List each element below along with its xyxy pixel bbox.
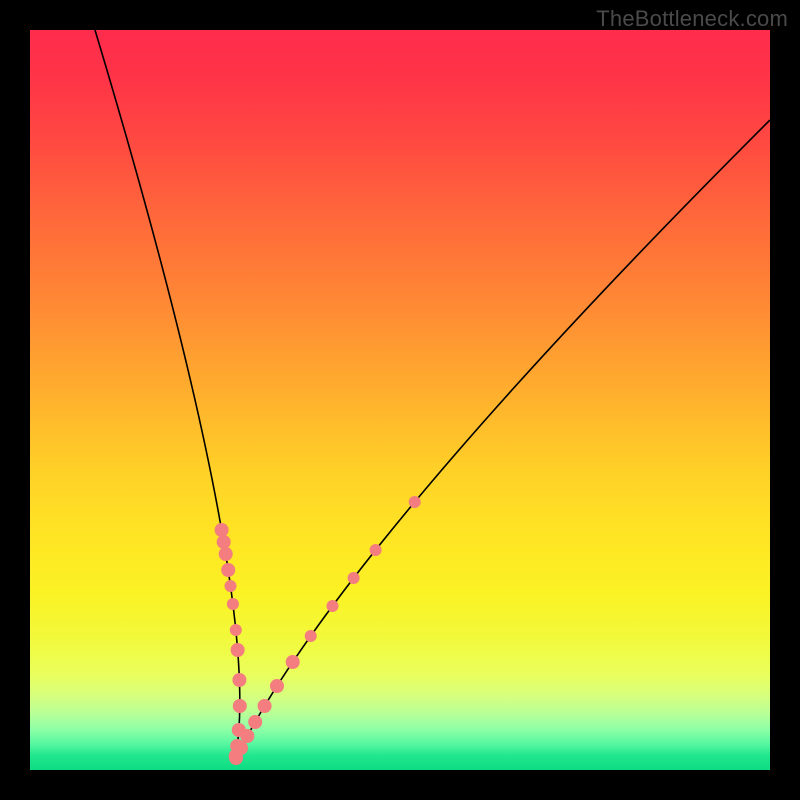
data-marker [233,699,247,713]
watermark-text: TheBottleneck.com [596,6,788,32]
chart-frame: TheBottleneck.com [0,0,800,800]
data-marker [221,563,235,577]
data-marker [234,741,248,755]
plot-area [30,30,770,770]
data-marker [286,655,300,669]
data-marker [217,535,231,549]
data-marker [370,544,382,556]
curve-layer [30,30,770,770]
data-marker [240,729,254,743]
data-marker [231,643,245,657]
data-marker [219,547,233,561]
data-marker [348,572,360,584]
data-marker [230,624,242,636]
right-curve [235,120,770,760]
left-curve [95,30,240,760]
data-marker [232,673,246,687]
data-marker [225,580,237,592]
data-marker [248,715,262,729]
data-marker [270,679,284,693]
data-markers [215,496,421,765]
data-marker [215,523,229,537]
data-marker [258,699,272,713]
data-marker [409,496,421,508]
data-marker [327,600,339,612]
data-marker [305,630,317,642]
data-marker [227,598,239,610]
